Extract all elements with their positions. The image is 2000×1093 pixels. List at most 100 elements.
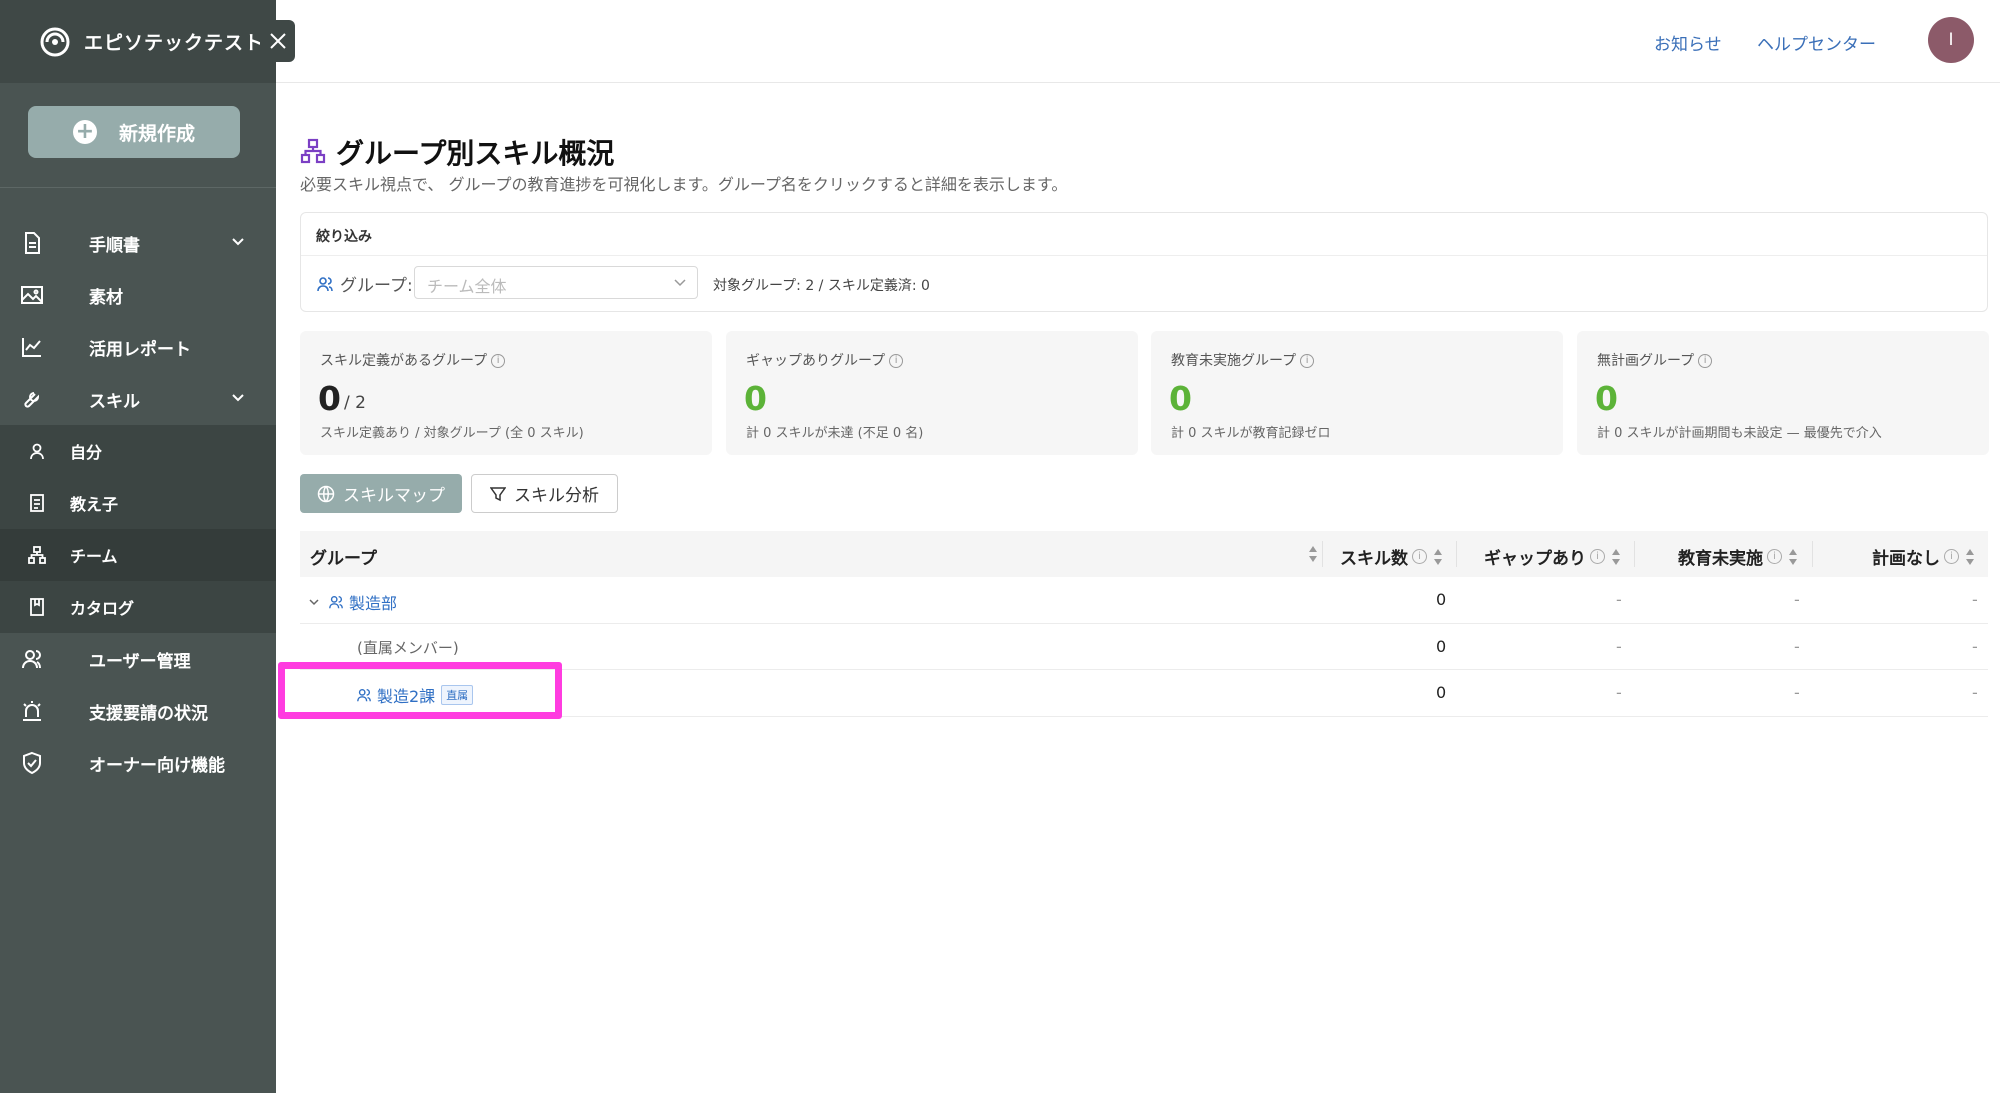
- sidebar-item-self[interactable]: 自分: [0, 425, 276, 477]
- column-header-label: 教育未実施: [1678, 549, 1763, 569]
- card-title: ギャップありグループ i: [746, 350, 904, 370]
- info-icon[interactable]: i: [491, 354, 506, 368]
- info-icon[interactable]: i: [1300, 354, 1315, 368]
- group-select[interactable]: チーム全体: [414, 266, 698, 299]
- org-chart-icon: [300, 138, 326, 164]
- sidebar-item-label: 支援要請の状況: [89, 703, 208, 724]
- sidebar-item-support-requests[interactable]: 支援要請の状況: [0, 685, 276, 737]
- skills-count: 0: [1436, 636, 1447, 656]
- card-value: 0: [744, 379, 767, 418]
- chart-line-icon: [22, 338, 41, 357]
- column-header-label: ギャップあり: [1484, 549, 1586, 569]
- page-subtitle: 必要スキル視点で、 グループの教育進捗を可視化します。グループ名をクリックすると…: [300, 175, 1068, 194]
- shield-check-icon: [23, 751, 41, 775]
- sidebar-item-reports[interactable]: 活用レポート: [0, 321, 276, 373]
- column-header-label: グループ: [310, 549, 377, 569]
- card-note: スキル定義あり / 対象グループ (全 0 スキル): [320, 426, 584, 441]
- group-filter-label-text: グループ:: [340, 276, 413, 296]
- sort-icon[interactable]: [1611, 548, 1621, 566]
- help-center-link[interactable]: ヘルプセンター: [1757, 30, 1876, 55]
- column-header-label: スキル数: [1340, 549, 1408, 569]
- no-plan-value: -: [1972, 590, 1978, 609]
- users-icon: [317, 276, 333, 291]
- column-header-not-trained[interactable]: 教育未実施 i: [1678, 544, 1798, 569]
- no-plan-value: -: [1972, 636, 1978, 656]
- sidebar-item-user-management[interactable]: ユーザー管理: [0, 633, 276, 685]
- new-create-button[interactable]: + 新規作成: [28, 106, 240, 158]
- group-link[interactable]: 製造部: [328, 590, 397, 614]
- plus-icon: +: [72, 120, 97, 144]
- skill-map-button[interactable]: スキルマップ: [300, 474, 462, 513]
- filter-panel: 絞り込み グループ: チーム全体 対象グループ: 2 / スキル定義済: 0: [300, 212, 1988, 312]
- sort-icon[interactable]: [1308, 545, 1318, 563]
- document-icon: [25, 232, 40, 254]
- card-value: 0: [318, 379, 341, 418]
- sidebar-item-label: 活用レポート: [89, 339, 191, 360]
- gap-value: -: [1616, 636, 1622, 656]
- skill-analysis-label: スキル分析: [514, 486, 599, 506]
- sidebar-item-skills[interactable]: スキル: [0, 373, 276, 425]
- card-title-text: 無計画グループ: [1597, 353, 1695, 369]
- column-divider: [1456, 541, 1457, 567]
- column-divider: [1812, 541, 1813, 567]
- group-name: 製造部: [349, 594, 398, 613]
- filter-divider: [301, 255, 1987, 256]
- column-divider: [1634, 541, 1635, 567]
- info-icon[interactable]: i: [1698, 354, 1713, 368]
- sidebar-close-button[interactable]: [260, 20, 295, 62]
- column-header-group[interactable]: グループ: [310, 544, 377, 569]
- stat-card-gap: ギャップありグループ i 0 計 0 スキルが未達 (不足 0 名): [726, 331, 1138, 455]
- column-header-no-plan[interactable]: 計画なし i: [1872, 544, 1975, 569]
- info-icon[interactable]: i: [1767, 549, 1782, 564]
- brand[interactable]: エピソテックテスト: [0, 0, 276, 83]
- card-note: 計 0 スキルが計画期間も未設定 — 最優先で介入: [1597, 426, 1882, 441]
- user-icon: [30, 443, 44, 460]
- sidebar-item-label: スキル: [89, 391, 140, 412]
- filter-funnel-icon: [490, 486, 506, 501]
- info-icon[interactable]: i: [889, 354, 904, 368]
- no-plan-value: -: [1972, 683, 1978, 702]
- list-doc-icon: [30, 494, 44, 512]
- info-icon[interactable]: i: [1412, 549, 1427, 564]
- sidebar-item-manuals[interactable]: 手順書: [0, 217, 276, 269]
- stat-card-defined: スキル定義があるグループ i 0 / 2 スキル定義あり / 対象グループ (全 …: [300, 331, 712, 455]
- image-icon: [21, 286, 43, 304]
- card-denominator: / 2: [344, 393, 366, 413]
- skills-count: 0: [1436, 683, 1447, 702]
- sidebar-divider: [0, 187, 276, 188]
- group-filter-label: グループ:: [316, 271, 413, 296]
- info-icon[interactable]: i: [1590, 549, 1605, 564]
- not-trained-value: -: [1794, 636, 1800, 656]
- users-icon: [329, 595, 343, 609]
- sort-icon[interactable]: [1965, 548, 1975, 566]
- notifications-link[interactable]: お知らせ: [1654, 30, 1722, 55]
- card-title: スキル定義があるグループ i: [320, 350, 506, 370]
- sidebar-item-label: オーナー向け機能: [89, 755, 225, 776]
- sidebar-item-mentees[interactable]: 教え子: [0, 477, 276, 529]
- new-create-label: 新規作成: [118, 122, 195, 145]
- gap-value: -: [1616, 590, 1622, 609]
- sort-icon[interactable]: [1788, 548, 1798, 566]
- filter-title: 絞り込み: [316, 229, 372, 245]
- chevron-down-icon: [232, 394, 244, 402]
- sidebar-item-owner-features[interactable]: オーナー向け機能: [0, 737, 276, 789]
- expand-toggle[interactable]: [308, 593, 320, 612]
- card-title-text: 教育未実施グループ: [1171, 353, 1297, 369]
- sidebar-item-catalog[interactable]: カタログ: [0, 581, 276, 633]
- chevron-down-icon: [674, 279, 686, 287]
- sidebar-item-materials[interactable]: 素材: [0, 269, 276, 321]
- skills-count: 0: [1436, 590, 1447, 609]
- column-header-skills[interactable]: スキル数 i: [1340, 544, 1443, 569]
- skill-analysis-button[interactable]: スキル分析: [471, 474, 618, 513]
- skill-map-label: スキルマップ: [343, 486, 445, 506]
- card-title-text: ギャップありグループ: [746, 353, 886, 369]
- sort-icon[interactable]: [1433, 548, 1443, 566]
- sidebar: エピソテックテスト + 新規作成 手順書 素材 活用レポート スキル 自分 教え…: [0, 0, 276, 1093]
- info-icon[interactable]: i: [1944, 549, 1959, 564]
- sidebar-item-label: 手順書: [89, 235, 140, 256]
- column-header-gap[interactable]: ギャップあり i: [1484, 544, 1621, 569]
- not-trained-value: -: [1794, 590, 1800, 609]
- sidebar-item-team[interactable]: チーム: [0, 529, 276, 581]
- avatar[interactable]: I: [1928, 17, 1974, 63]
- wrench-icon: [24, 392, 40, 408]
